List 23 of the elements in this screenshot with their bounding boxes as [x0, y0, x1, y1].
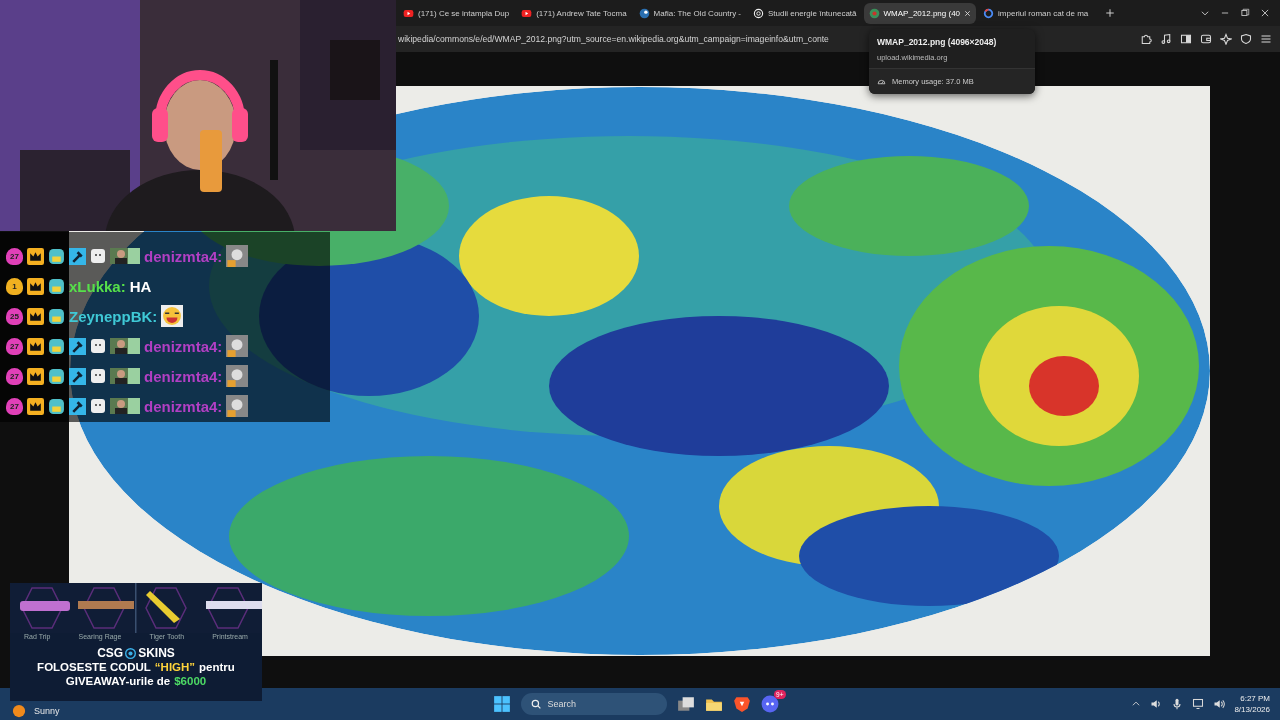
clock-date: 8/13/2026 — [1234, 704, 1270, 715]
level-badge: 27 — [6, 397, 23, 415]
weather-label: Sunny — [34, 706, 60, 716]
level-badge: 27 — [6, 247, 23, 265]
tooltip-title: WMAP_2012.png (4096×2048) — [877, 37, 998, 47]
promo-text: FOLOSESTE CODUL — [37, 660, 151, 674]
promo-text: pentru — [199, 660, 235, 674]
address-field[interactable]: wikipedia/commons/e/ed/WMAP_2012.png?utm_source=en.wikipedia.org&utm_campaign=imageinfo&utm_conte — [398, 34, 829, 44]
level-badge: 1 — [6, 277, 23, 295]
search-field[interactable]: Search — [520, 693, 667, 715]
level-badge: 25 — [6, 307, 23, 325]
browser-tab[interactable]: (171) Andrew Tate Tocma — [516, 2, 632, 24]
browser-tab[interactable]: Mafia: The Old Country - — [633, 2, 747, 24]
browser-tab[interactable]: WMAP_2012.png (40 — [863, 2, 977, 24]
level-badge: 27 — [6, 337, 23, 355]
promo-text: GIVEAWAY-urile de — [65, 674, 171, 688]
promo-text: “HIGH” — [154, 660, 196, 674]
level-badge: 27 — [6, 367, 23, 385]
browser-tab[interactable]: imperiul roman cat de ma — [978, 2, 1094, 24]
browser-tab[interactable]: (171) Ce se intampla Dup — [398, 2, 515, 24]
browser-tab[interactable]: Studii energie întunecată — [748, 2, 862, 24]
promo-text: $6000 — [174, 674, 207, 688]
clock-time: 6:27 PM — [1240, 693, 1270, 704]
